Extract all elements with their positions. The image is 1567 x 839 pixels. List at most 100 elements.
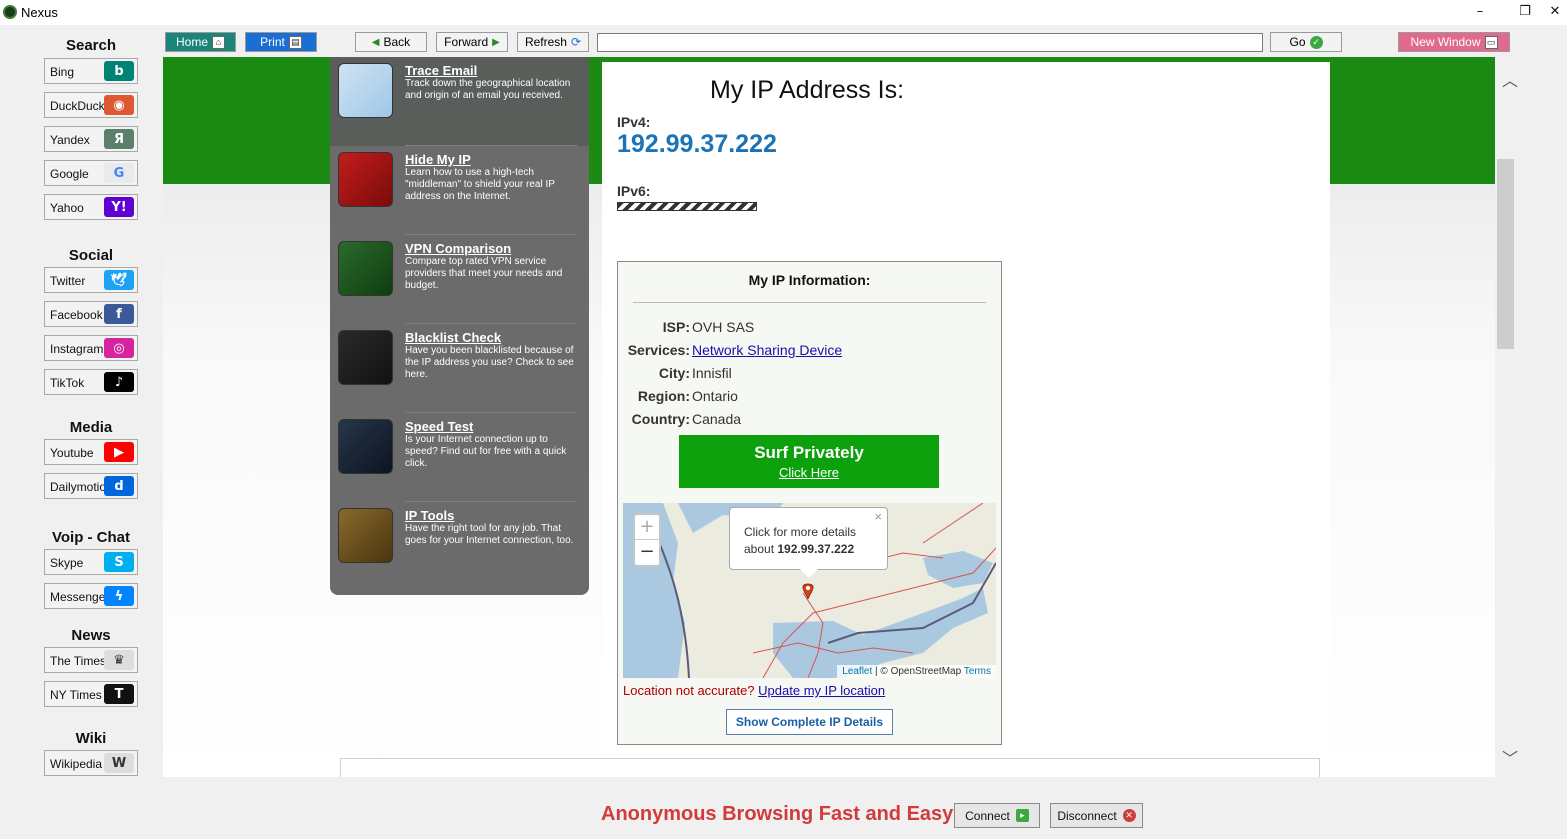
refresh-button[interactable]: Refresh ⟳ [517,32,589,52]
ipv6-loading-bar [617,202,757,211]
sidebar-item-label: Google [50,167,89,181]
services-key: Services: [627,342,690,358]
minimize-button[interactable]: – [1470,3,1490,21]
menu-item-title[interactable]: Blacklist Check [405,330,501,345]
trace-email-map-icon [338,63,393,118]
back-button[interactable]: ◀ Back [355,32,427,52]
hide-my-ip-icon [338,152,393,207]
sidebar-item-skype[interactable]: Skype S [44,549,138,575]
sidebar-item-label: Messenger [50,590,110,604]
terms-link[interactable]: Terms [964,666,991,677]
sidebar-item-bing[interactable]: Bing b [44,58,138,84]
sidebar-item-twitter[interactable]: Twitter 🕊 [44,267,138,293]
menu-item-title[interactable]: VPN Comparison [405,241,511,256]
menu-item-ip-tools[interactable]: IP Tools Have the right tool for any job.… [330,502,589,591]
back-label: Back [383,35,411,49]
scroll-up-icon[interactable]: ︿ [1495,67,1525,91]
update-location-link[interactable]: Update my IP location [758,683,885,698]
maximize-button[interactable]: ❐ [1515,3,1535,21]
app-window: Nexus – ❐ ✕ Search Bing b DuckDuckGo ◉ Yandex… [0,0,1567,839]
sidebar-item-label: Bing [50,65,75,79]
disconnect-button[interactable]: Disconnect ✕ [1050,803,1143,828]
title-bar: Nexus – ❐ ✕ [0,0,1567,25]
zoom-out-button[interactable]: − [635,540,659,565]
map-attribution: Leaflet | © OpenStreetMap Terms [837,665,996,678]
city-key: City: [658,365,690,381]
sidebar-item-messenger[interactable]: Messenger ϟ [44,583,138,609]
sidebar-item-wikipedia[interactable]: Wikipedia W [44,750,138,776]
yandex-icon: Я [104,129,134,149]
new-window-button[interactable]: New Window ▭ [1398,32,1510,52]
menu-item-title[interactable]: Trace Email [405,63,477,78]
popup-text: Click for more details about 192.99.37.2… [744,524,880,558]
sidebar-item-label: Wikipedia [50,757,103,771]
sidebar-item-google[interactable]: Google G [44,160,138,186]
menu-item-blacklist-check[interactable]: Blacklist Check Have you been blacklisted… [330,324,589,413]
sidebar-item-facebook[interactable]: Facebook f [44,301,138,327]
new-window-label: New Window [1410,35,1481,49]
connect-button[interactable]: Connect ▸ [954,803,1040,828]
close-button[interactable]: ✕ [1545,3,1565,21]
sidebar-item-duckduckgo[interactable]: DuckDuckGo ◉ [44,92,138,118]
duckduckgo-icon: ◉ [104,95,134,115]
sidebar-item-label: TikTok [50,376,85,390]
surf-click-here-link[interactable]: Click Here [679,465,939,480]
bing-icon: b [104,61,134,81]
services-link[interactable]: Network Sharing Device [692,342,842,358]
menu-item-description: Learn how to use a high-tech "middleman"… [405,167,555,202]
surf-title: Surf Privately [754,443,864,462]
menu-item-vpn-comparison[interactable]: VPN Comparison Compare top rated VPN serv… [330,235,589,324]
sidebar-item-dailymotion[interactable]: Dailymotion d [44,473,138,499]
country-value: Canada [692,411,742,427]
zoom-in-button[interactable]: + [635,515,659,540]
dailymotion-icon: d [104,476,134,496]
menu-item-hide-my-ip[interactable]: Hide My IP Learn how to use a high-tech "… [330,146,589,235]
map-popup[interactable]: × Click for more details about 192.99.37… [729,507,888,578]
surf-privately-button[interactable]: Surf Privately Click Here [679,435,939,488]
sidebar-item-ny-times[interactable]: NY Times T [44,681,138,707]
back-arrow-icon: ◀ [371,36,380,48]
country-key: Country: [631,411,690,427]
vpn-comparison-icon [338,241,393,296]
print-button[interactable]: Print ▤ [245,32,317,52]
address-bar-input[interactable] [597,33,1263,52]
sidebar-item-tiktok[interactable]: TikTok ♪ [44,369,138,395]
sidebar-item-label: Yandex [50,133,90,147]
facebook-icon: f [104,304,134,324]
sidebar-item-label: Twitter [50,274,86,288]
menu-item-title[interactable]: Speed Test [405,419,473,434]
leaflet-link[interactable]: Leaflet [842,666,872,677]
sidebar-item-youtube[interactable]: Youtube ▶ [44,439,138,465]
menu-item-title[interactable]: Hide My IP [405,152,471,167]
location-map[interactable]: + − × Click for more details about 192.9… [623,503,996,678]
home-button[interactable]: Home ⌂ [165,32,236,52]
menu-item-trace-email[interactable]: Trace Email Track down the geographical l… [330,57,589,146]
sidebar-item-the-times[interactable]: The Times ♛ [44,647,138,673]
sidebar-item-label: Instagram [50,342,104,356]
vertical-scrollbar[interactable]: ︿ ﹀ [1495,57,1525,777]
tagline: Anonymous Browsing Fast and Easy [601,803,954,825]
home-icon: ⌂ [212,35,225,49]
city-value: Innisfil [692,365,732,381]
forward-button[interactable]: Forward ▶ [436,32,508,52]
show-details-button[interactable]: Show Complete IP Details [726,709,893,735]
sidebar-item-yahoo[interactable]: Yahoo Y! [44,194,138,220]
scroll-thumb[interactable] [1497,159,1514,349]
sidebar-category-title: Social [68,247,114,264]
yahoo-icon: Y! [104,197,134,217]
sidebar-item-instagram[interactable]: Instagram ◎ [44,335,138,361]
scroll-down-icon[interactable]: ﹀ [1495,745,1525,769]
popup-close-icon[interactable]: × [874,509,882,524]
menu-item-title[interactable]: IP Tools [405,508,454,523]
go-button[interactable]: Go ✓ [1270,32,1342,52]
menu-item-speed-test[interactable]: Speed Test Is your Internet connection up… [330,413,589,502]
divider [633,302,986,303]
refresh-icon: ⟳ [570,35,582,49]
menu-divider [405,501,577,502]
instagram-icon: ◎ [104,338,134,358]
sidebar-category-title: Search [65,37,117,54]
ipv4-value: 192.99.37.222 [617,130,777,158]
isp-value: OVH SAS [692,319,755,335]
tools-menu: Trace Email Track down the geographical l… [330,57,589,595]
sidebar-item-yandex[interactable]: Yandex Я [44,126,138,152]
